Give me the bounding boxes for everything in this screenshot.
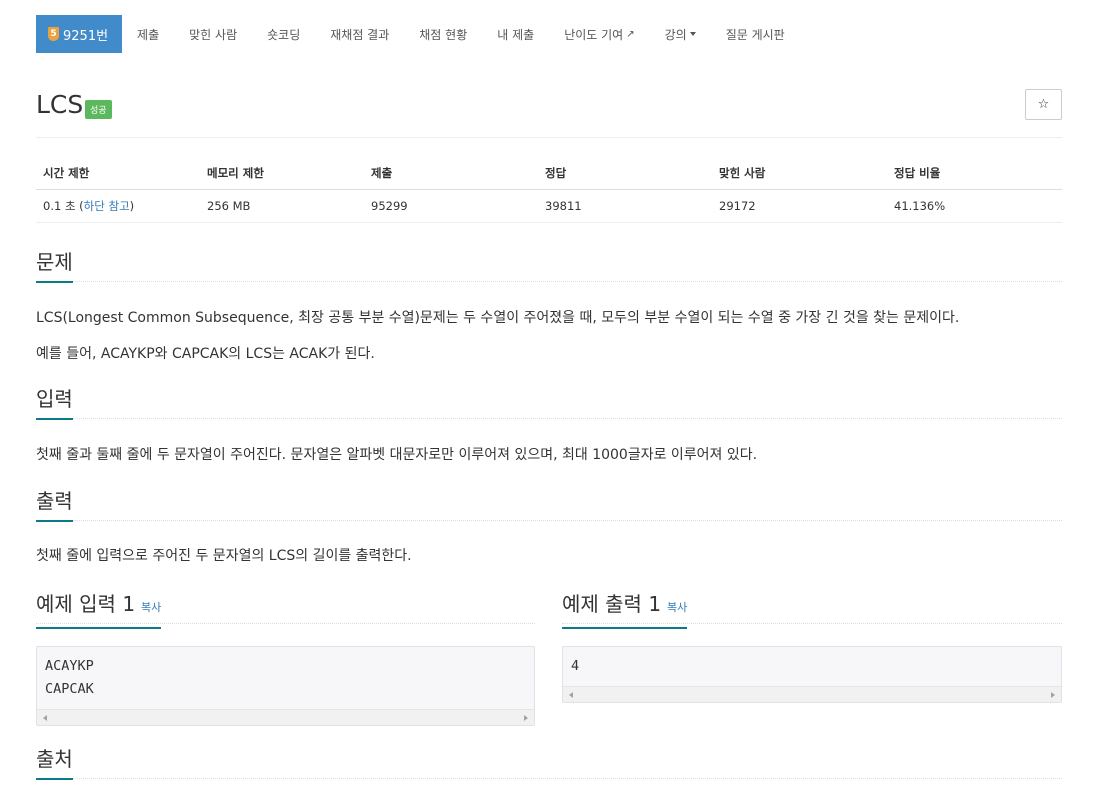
sample-output-header: 예제 출력 1 복사	[562, 592, 1062, 629]
problem-number-label: 9251번	[63, 28, 109, 44]
nav-rejudge-results-label: 재채점 결과	[330, 27, 390, 42]
problem-nav: 5 9251번 제출 맞힌 사람 숏코딩 재채점 결과 채점 현황 내 제출 난…	[36, 15, 1062, 53]
header-time-limit: 시간 제한	[36, 158, 200, 190]
nav-submit-label: 제출	[137, 27, 160, 42]
output-heading: 출력	[36, 489, 73, 522]
nav-lectures-label: 강의	[664, 27, 687, 42]
status-badge: 성공	[85, 100, 112, 119]
sample-input-title: 예제 입력 1	[36, 592, 136, 616]
nav-short-coding-label: 숏코딩	[267, 27, 301, 42]
scroll-right-arrow-icon[interactable]	[524, 715, 528, 721]
time-limit-text: 0.1 초 (	[43, 199, 84, 213]
nav-solvers[interactable]: 맞힌 사람	[174, 15, 252, 53]
star-icon: ☆	[1037, 97, 1050, 112]
nav-submit[interactable]: 제출	[122, 15, 174, 53]
time-limit-note-link[interactable]: 하단 참고	[84, 199, 130, 213]
sample-output-box[interactable]: 4	[562, 646, 1062, 703]
nav-judge-status-label: 채점 현황	[419, 27, 468, 42]
sample-input-box[interactable]: ACAYKP CAPCAK	[36, 646, 535, 726]
sample-output-text: 4	[571, 658, 580, 674]
submissions-value: 95299	[364, 189, 538, 223]
time-limit-close-paren: )	[129, 199, 135, 213]
time-limit-value: 0.1 초 (하단 참고)	[36, 189, 200, 223]
external-link-icon: ↗	[626, 28, 635, 40]
output-section-header: 출력	[36, 489, 1062, 522]
input-heading: 입력	[36, 387, 73, 420]
sample-input-text: ACAYKP CAPCAK	[45, 658, 94, 697]
nav-judge-status[interactable]: 채점 현황	[404, 15, 482, 53]
solvers-value: 29172	[712, 189, 887, 223]
nav-difficulty-contribution-label: 난이도 기여	[564, 27, 624, 42]
problem-title-row: LCS 성공 ☆	[36, 88, 1062, 138]
sample-output-title: 예제 출력 1	[562, 592, 662, 616]
scroll-left-arrow-icon[interactable]	[569, 692, 573, 698]
info-value-row: 0.1 초 (하단 참고) 256 MB 95299 39811 29172 4…	[36, 189, 1062, 223]
header-ratio: 정답 비율	[887, 158, 1062, 190]
problem-title: LCS	[36, 90, 84, 119]
sample-input-heading: 예제 입력 1 복사	[36, 592, 162, 629]
header-submissions: 제출	[364, 158, 538, 190]
sample-input-scrollbar[interactable]	[37, 709, 534, 725]
caret-down-icon	[689, 32, 696, 36]
problem-info-table: 시간 제한 메모리 제한 제출 정답 맞힌 사람 정답 비율 0.1 초 (하단…	[36, 158, 1062, 223]
copy-sample-input-button[interactable]: 복사	[141, 601, 161, 614]
header-accepted: 정답	[538, 158, 712, 190]
memory-limit-value: 256 MB	[200, 189, 364, 223]
sample-output-scrollbar[interactable]	[563, 686, 1061, 702]
description-paragraph-1: LCS(Longest Common Subsequence, 최장 공통 부분…	[36, 310, 960, 326]
problem-number-tab[interactable]: 5 9251번	[36, 15, 123, 53]
description-heading: 문제	[36, 250, 73, 283]
input-description: 첫째 줄과 둘째 줄에 두 문자열이 주어진다. 문자열은 알파벳 대문자로만 …	[36, 447, 758, 463]
source-section-header: 출처	[36, 747, 1062, 780]
source-heading: 출처	[36, 747, 73, 780]
info-header-row: 시간 제한 메모리 제한 제출 정답 맞힌 사람 정답 비율	[36, 158, 1062, 190]
nav-my-submissions[interactable]: 내 제출	[482, 15, 549, 53]
nav-short-coding[interactable]: 숏코딩	[252, 15, 315, 53]
nav-qna-board-label: 질문 게시판	[725, 27, 785, 42]
description-paragraph-2: 예를 들어, ACAYKP와 CAPCAK의 LCS는 ACAK가 된다.	[36, 346, 375, 362]
sample-input-header: 예제 입력 1 복사	[36, 592, 535, 629]
nav-my-submissions-label: 내 제출	[497, 27, 535, 42]
copy-sample-output-button[interactable]: 복사	[667, 601, 687, 614]
nav-difficulty-contribution[interactable]: 난이도 기여 ↗	[549, 15, 649, 53]
header-solvers: 맞힌 사람	[712, 158, 887, 190]
header-memory-limit: 메모리 제한	[200, 158, 364, 190]
favorite-button[interactable]: ☆	[1025, 89, 1062, 120]
ratio-value: 41.136%	[887, 189, 1062, 223]
description-section-header: 문제	[36, 250, 1062, 283]
sample-output-heading: 예제 출력 1 복사	[562, 592, 688, 629]
scroll-left-arrow-icon[interactable]	[43, 715, 47, 721]
tier-badge-icon: 5	[48, 27, 59, 41]
nav-solvers-label: 맞힌 사람	[189, 27, 238, 42]
nav-qna-board[interactable]: 질문 게시판	[711, 15, 800, 53]
nav-lectures-dropdown[interactable]: 강의	[650, 15, 711, 53]
output-description: 첫째 줄에 입력으로 주어진 두 문자열의 LCS의 길이를 출력한다.	[36, 548, 412, 564]
input-section-header: 입력	[36, 387, 1062, 420]
nav-rejudge-results[interactable]: 재채점 결과	[315, 15, 404, 53]
accepted-value: 39811	[538, 189, 712, 223]
scroll-right-arrow-icon[interactable]	[1051, 692, 1055, 698]
